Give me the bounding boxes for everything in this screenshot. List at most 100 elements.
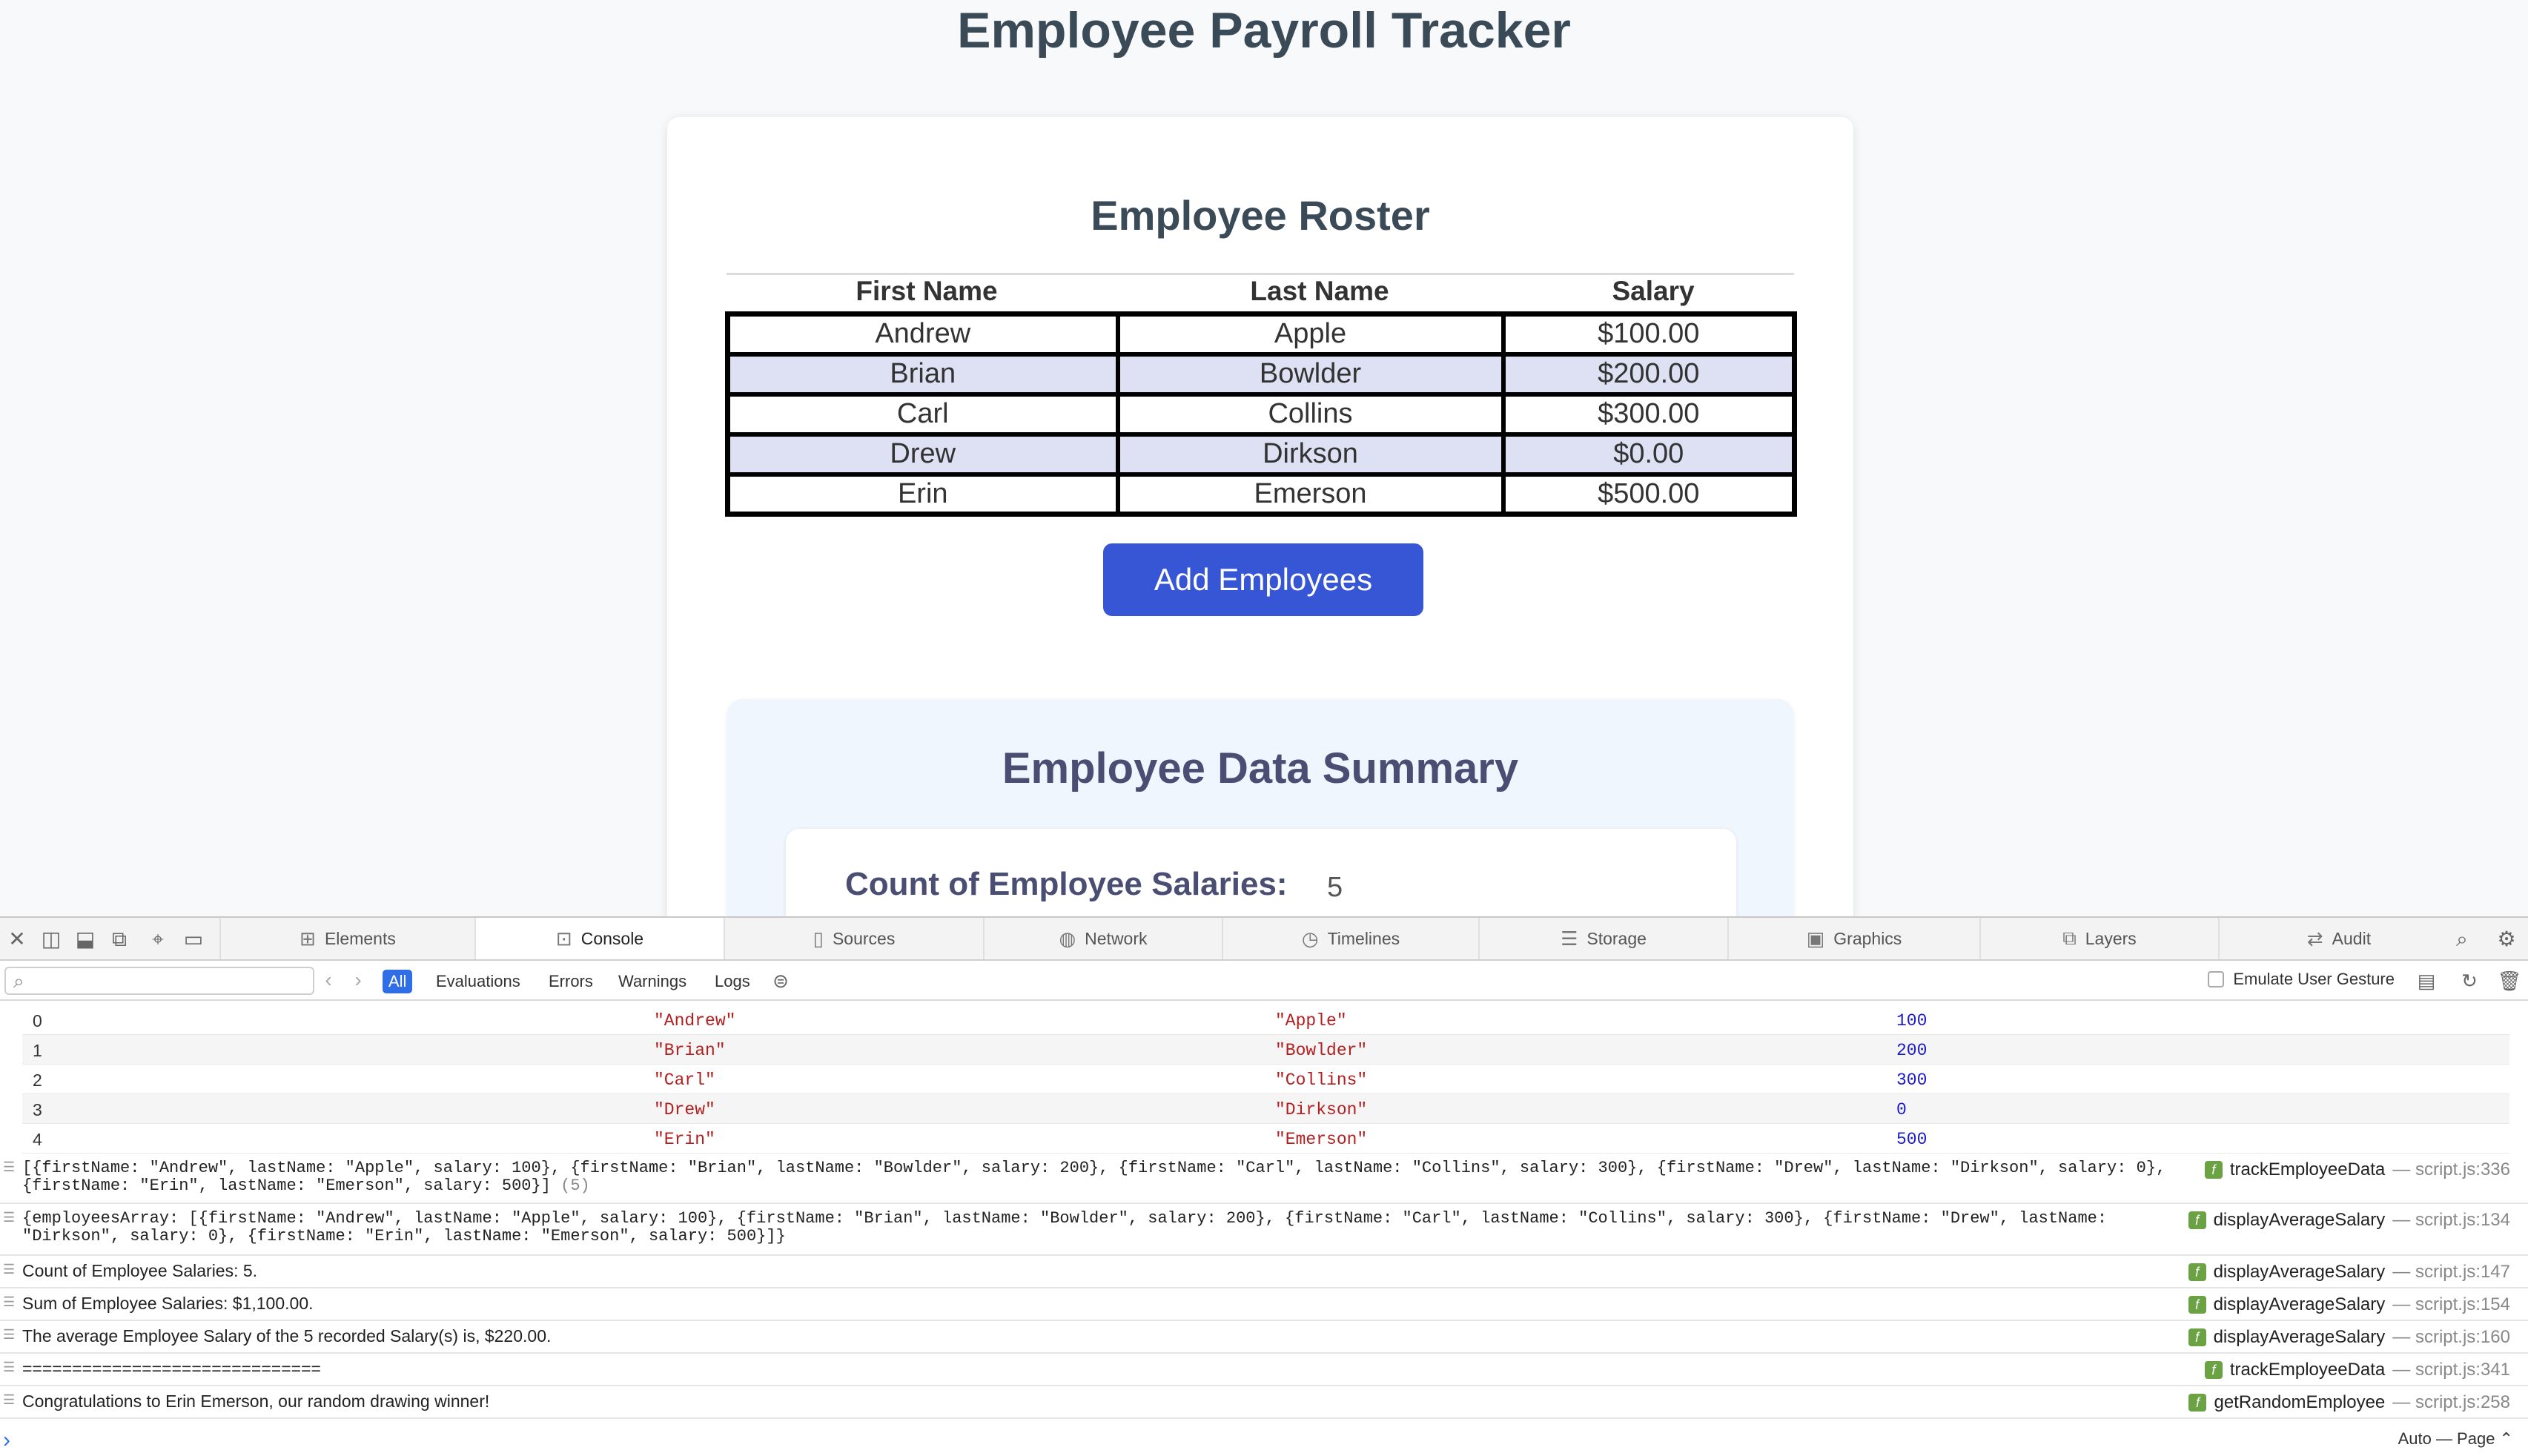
header-first-name: First Name [856, 276, 998, 306]
log-level-icon: ☰ [3, 1392, 16, 1407]
emulate-user-gesture[interactable]: Emulate User Gesture [2208, 970, 2395, 989]
table-row: Erin Emerson $500.00 [725, 471, 1797, 517]
log-source[interactable]: f displayAverageSalary — script.js:147 [2188, 1262, 2510, 1283]
roster-table: Andrew Apple $100.00 Brian Bowlder $200.00 C… [725, 311, 1797, 517]
audit-icon: ⇄ [2306, 927, 2323, 950]
console-prompt[interactable]: › [3, 1428, 10, 1453]
cell-salary: $0.00 [1500, 431, 1797, 477]
function-icon: f [2204, 1161, 2223, 1179]
log-text: ============================== [22, 1359, 321, 1378]
log-source[interactable]: f displayAverageSalary — script.js:134 [2188, 1210, 2510, 1231]
filter-warnings[interactable]: Warnings [612, 970, 692, 993]
cell-last-name: Emerson [1115, 471, 1506, 517]
log-source[interactable]: f trackEmployeeData — script.js:336 [2204, 1159, 2510, 1180]
row-first-name: "Carl" [654, 1071, 715, 1090]
log-level-icon: ☰ [3, 1159, 16, 1174]
tab-label: Timelines [1327, 928, 1400, 948]
emulate-checkbox[interactable] [2208, 971, 2225, 987]
source-function: displayAverageSalary [2213, 1210, 2386, 1230]
log-level-icon: ☰ [3, 1360, 16, 1374]
execution-context-selector[interactable]: Auto — Page ⌃ [2398, 1429, 2513, 1449]
row-first-name: "Erin" [654, 1130, 715, 1149]
console-icon: ⊡ [555, 927, 572, 950]
table-row: 1 "Brian" "Bowlder" 200 [22, 1035, 2509, 1065]
source-function: displayAverageSalary [2213, 1262, 2386, 1282]
header-last-name: Last Name [1250, 276, 1389, 306]
filter-evaluations[interactable]: Evaluations [430, 970, 526, 993]
cell-salary: $200.00 [1500, 351, 1797, 397]
console-message[interactable]: ☰ ============================== f trackE… [0, 1354, 2528, 1386]
previous-icon[interactable]: ‹ [317, 968, 340, 993]
device-icon[interactable]: ▭ [181, 927, 206, 952]
preserve-log-icon[interactable]: ▤ [2414, 968, 2439, 993]
tab-label: Console [580, 928, 644, 948]
console-message[interactable]: ☰ Sum of Employee Salaries: $1,100.00. f… [0, 1288, 2528, 1321]
target-icon[interactable]: ⌖ [145, 927, 171, 952]
table-row: Brian Bowlder $200.00 [725, 351, 1797, 397]
reload-icon[interactable]: ↻ [2457, 968, 2482, 993]
close-icon[interactable]: ✕ [4, 927, 30, 952]
tab-label: Graphics [1833, 928, 1902, 948]
log-level-icon: ☰ [3, 1327, 16, 1342]
summary-title: Employee Data Summary [1002, 744, 1519, 792]
console-message[interactable]: ☰ [{firstName: "Andrew", lastName: "Appl… [0, 1154, 2528, 1204]
emulate-label: Emulate User Gesture [2233, 970, 2395, 988]
source-location: — script.js:341 [2392, 1360, 2510, 1380]
cell-first-name: Brian [725, 351, 1120, 397]
table-row: Carl Collins $300.00 [725, 391, 1797, 437]
console-table: 0 "Andrew" "Apple" 100 1 "Brian" "Bowlder" 200… [22, 1005, 2509, 1154]
log-source[interactable]: f displayAverageSalary — script.js:154 [2188, 1294, 2510, 1315]
devtools-tab-bar: ✕ ◫ ⬓ ⧉ ⌖ ▭ ⊞ Elements ⊡ Console ▯ Sources … [0, 918, 2528, 961]
row-last-name: "Collins" [1275, 1071, 1368, 1090]
tab-audit[interactable]: ⇄ Audit [2218, 918, 2458, 959]
log-source[interactable]: f getRandomEmployee — script.js:258 [2188, 1392, 2510, 1413]
filter-search-icon: ⌕ [13, 970, 24, 992]
source-location: — script.js:154 [2392, 1294, 2510, 1314]
log-line-1: [{firstName: "Andrew", lastName: "Apple"… [22, 1159, 2166, 1177]
console-message[interactable]: ☰ Congratulations to Erin Emerson, our r… [0, 1386, 2528, 1419]
console-message[interactable]: ☰ {employeesArray: [{firstName: "Andrew"… [0, 1204, 2528, 1256]
console-filter-bar: ⌕ ‹ › All Evaluations Errors Warnings Lo… [0, 961, 2528, 1001]
row-index: 4 [33, 1130, 42, 1149]
tab-network[interactable]: ◍ Network [983, 918, 1222, 959]
search-icon[interactable]: ⌕ [2449, 927, 2475, 952]
filter-logs[interactable]: Logs [709, 970, 756, 993]
filter-icon[interactable]: ⊜ [768, 968, 793, 993]
table-row: 2 "Carl" "Collins" 300 [22, 1065, 2509, 1094]
tab-console[interactable]: ⊡ Console [474, 918, 724, 959]
tab-graphics[interactable]: ▣ Graphics [1727, 918, 1979, 959]
graphics-icon: ▣ [1806, 927, 1825, 950]
tab-label: Audit [2332, 928, 2372, 948]
clear-icon[interactable]: 🗑 [2497, 968, 2522, 993]
log-source[interactable]: f trackEmployeeData — script.js:341 [2204, 1360, 2510, 1380]
tab-timelines[interactable]: ◷ Timelines [1222, 918, 1478, 959]
next-icon[interactable]: › [347, 968, 369, 993]
summary-panel: Employee Data Summary Count of Employee … [727, 699, 1794, 916]
row-salary: 200 [1896, 1041, 1928, 1060]
row-first-name: "Brian" [654, 1041, 726, 1060]
log-source[interactable]: f displayAverageSalary — script.js:160 [2188, 1327, 2510, 1348]
dock-left-icon[interactable]: ◫ [39, 927, 64, 952]
row-last-name: "Bowlder" [1275, 1041, 1368, 1060]
tab-label: Layers [2085, 928, 2137, 948]
detach-icon[interactable]: ⧉ [107, 927, 132, 952]
filter-errors[interactable]: Errors [543, 970, 599, 993]
tab-sources[interactable]: ▯ Sources [724, 918, 983, 959]
source-function: trackEmployeeData [2229, 1159, 2386, 1179]
array-length: (5) [560, 1177, 590, 1195]
function-icon: f [2188, 1263, 2206, 1281]
tab-layers[interactable]: ⧉ Layers [1979, 918, 2218, 959]
dock-bottom-icon[interactable]: ⬓ [73, 927, 98, 952]
console-message[interactable]: ☰ The average Employee Salary of the 5 r… [0, 1321, 2528, 1354]
console-message[interactable]: ☰ Count of Employee Salaries: 5. f displa… [0, 1256, 2528, 1288]
roster-card: Employee Roster First Name Last Name Sal… [667, 117, 1853, 916]
add-employees-button[interactable]: Add Employees [1103, 543, 1423, 616]
filter-all[interactable]: All [383, 970, 413, 993]
function-icon: f [2188, 1394, 2207, 1412]
network-icon: ◍ [1059, 927, 1076, 950]
table-row: Andrew Apple $100.00 [725, 311, 1797, 357]
tab-storage[interactable]: ☰ Storage [1478, 918, 1727, 959]
settings-icon[interactable]: ⚙ [2494, 927, 2519, 952]
console-filter-input[interactable]: ⌕ [4, 967, 314, 995]
tab-elements[interactable]: ⊞ Elements [219, 918, 474, 959]
